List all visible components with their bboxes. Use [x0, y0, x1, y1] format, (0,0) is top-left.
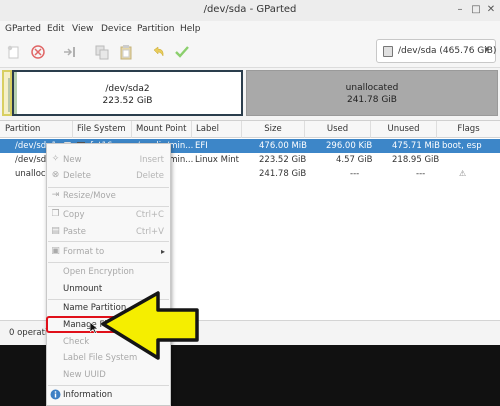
device-selector-value: /dev/sda (465.76 GiB) [398, 46, 497, 56]
menu-gparted[interactable]: GParted [5, 24, 41, 34]
menu-item-paste[interactable]: ▤ Paste Ctrl+V [47, 224, 170, 240]
paste-icon[interactable] [118, 44, 134, 60]
window-title: /dev/sda - GParted [203, 4, 297, 15]
device-selector[interactable]: /dev/sda (465.76 GiB) ▾ [376, 39, 496, 63]
disk-map-sda2-name: /dev/sda2 [105, 84, 150, 94]
col-filesystem[interactable]: File System [73, 121, 132, 138]
menu-view[interactable]: View [72, 24, 93, 34]
warning-icon: ⚠ [459, 169, 467, 178]
menu-item-new[interactable]: ✧ New Insert [47, 152, 170, 168]
cell-size: 223.52 GiB [259, 155, 307, 165]
minimize-icon[interactable]: – [454, 4, 466, 16]
menu-item-new-uuid[interactable]: New UUID [47, 367, 170, 383]
disk-map-sda2[interactable]: /dev/sda2 223.52 GiB [12, 70, 243, 116]
menu-item-copy-accel: Ctrl+C [135, 210, 164, 220]
col-unused[interactable]: Unused [371, 121, 437, 138]
disk-map-sda1[interactable] [2, 70, 12, 116]
cell-used: --- [350, 169, 360, 179]
hard-drive-icon [383, 46, 393, 57]
menu-item-unmount-label: Unmount [63, 284, 103, 294]
menu-item-new-accel: Insert [139, 155, 164, 165]
chevron-down-icon: ▾ [484, 45, 489, 55]
menu-item-format-to[interactable]: ▣ Format to ▸ [47, 244, 170, 260]
menu-item-information[interactable]: Information [47, 387, 170, 403]
undo-icon[interactable] [150, 44, 166, 60]
partition-context-menu: ✧ New Insert ⊗ Delete Delete ⇥ Resize/Mo… [46, 143, 171, 406]
mouse-cursor-icon [90, 322, 99, 334]
disk-map-sda2-size: 223.52 GiB [102, 96, 153, 106]
cell-size: 476.00 MiB [259, 141, 307, 151]
col-used[interactable]: Used [305, 121, 371, 138]
menu-separator [48, 385, 169, 386]
menu-item-information-label: Information [63, 390, 113, 400]
copy-icon: ❐ [51, 209, 60, 219]
col-label[interactable]: Label [192, 121, 242, 138]
menu-item-paste-accel: Ctrl+V [135, 227, 164, 237]
cell-unused: --- [416, 169, 426, 179]
col-flags[interactable]: Flags [437, 121, 500, 138]
close-icon[interactable]: ✕ [485, 4, 497, 16]
apply-icon[interactable] [174, 44, 190, 60]
col-size[interactable]: Size [242, 121, 305, 138]
menu-item-new-uuid-label: New UUID [63, 370, 106, 380]
menu-item-new-label: New [63, 155, 82, 165]
disk-map: /dev/sda2 223.52 GiB unallocated 241.78 … [0, 68, 500, 120]
paste-icon: ▤ [51, 226, 60, 236]
cell-flags: boot, esp [442, 141, 482, 151]
cell-size: 241.78 GiB [259, 169, 307, 179]
menu-item-check-label: Check [63, 337, 90, 347]
menu-help[interactable]: Help [180, 24, 201, 34]
menu-partition[interactable]: Partition [137, 24, 175, 34]
menu-separator [48, 262, 169, 263]
format-icon: ▣ [51, 246, 60, 256]
maximize-icon[interactable]: □ [470, 4, 482, 16]
menu-separator [48, 241, 169, 242]
delete-icon: ⊗ [51, 170, 60, 180]
title-bar: /dev/sda - GParted – □ ✕ [0, 0, 500, 21]
disk-map-unallocated-name: unallocated [345, 83, 399, 93]
menu-item-open-encryption[interactable]: Open Encryption [47, 264, 170, 280]
new-partition-icon[interactable] [6, 44, 22, 60]
cell-label: Linux Mint [195, 155, 240, 165]
menu-item-resize-move[interactable]: ⇥ Resize/Move [47, 188, 170, 204]
callout-arrow-icon [101, 291, 199, 360]
menu-item-copy[interactable]: ❐ Copy Ctrl+C [47, 207, 170, 223]
cell-unused: 475.71 MiB [392, 141, 440, 151]
cell-label: EFI [195, 141, 208, 151]
cell-used: 296.00 KiB [326, 141, 373, 151]
col-partition[interactable]: Partition [0, 121, 73, 138]
submenu-arrow-icon: ▸ [160, 247, 165, 256]
menu-item-copy-label: Copy [63, 210, 85, 220]
cell-unused: 218.95 GiB [392, 155, 440, 165]
menu-item-delete-label: Delete [63, 171, 91, 181]
delete-partition-icon[interactable] [30, 44, 46, 60]
table-header: Partition File System Mount Point Label … [0, 121, 500, 138]
menu-item-delete[interactable]: ⊗ Delete Delete [47, 168, 170, 184]
menu-item-format-label: Format to [63, 247, 105, 257]
menu-bar: GParted Edit View Device Partition Help [0, 21, 500, 38]
copy-icon[interactable] [94, 44, 110, 60]
disk-map-unallocated[interactable]: unallocated 241.78 GiB [246, 70, 498, 116]
menu-item-open-encryption-label: Open Encryption [63, 267, 135, 277]
menu-item-resize-label: Resize/Move [63, 191, 116, 201]
cell-used: 4.57 GiB [336, 155, 373, 165]
resize-icon: ⇥ [51, 190, 60, 200]
menu-edit[interactable]: Edit [47, 24, 64, 34]
resize-move-icon[interactable] [62, 44, 78, 60]
disk-map-unallocated-size: 241.78 GiB [346, 95, 397, 105]
menu-item-paste-label: Paste [63, 227, 86, 237]
menu-device[interactable]: Device [101, 24, 132, 34]
col-mount-point[interactable]: Mount Point [132, 121, 192, 138]
menu-item-delete-accel: Delete [136, 171, 164, 181]
info-icon [50, 389, 61, 400]
new-icon: ✧ [51, 154, 60, 164]
